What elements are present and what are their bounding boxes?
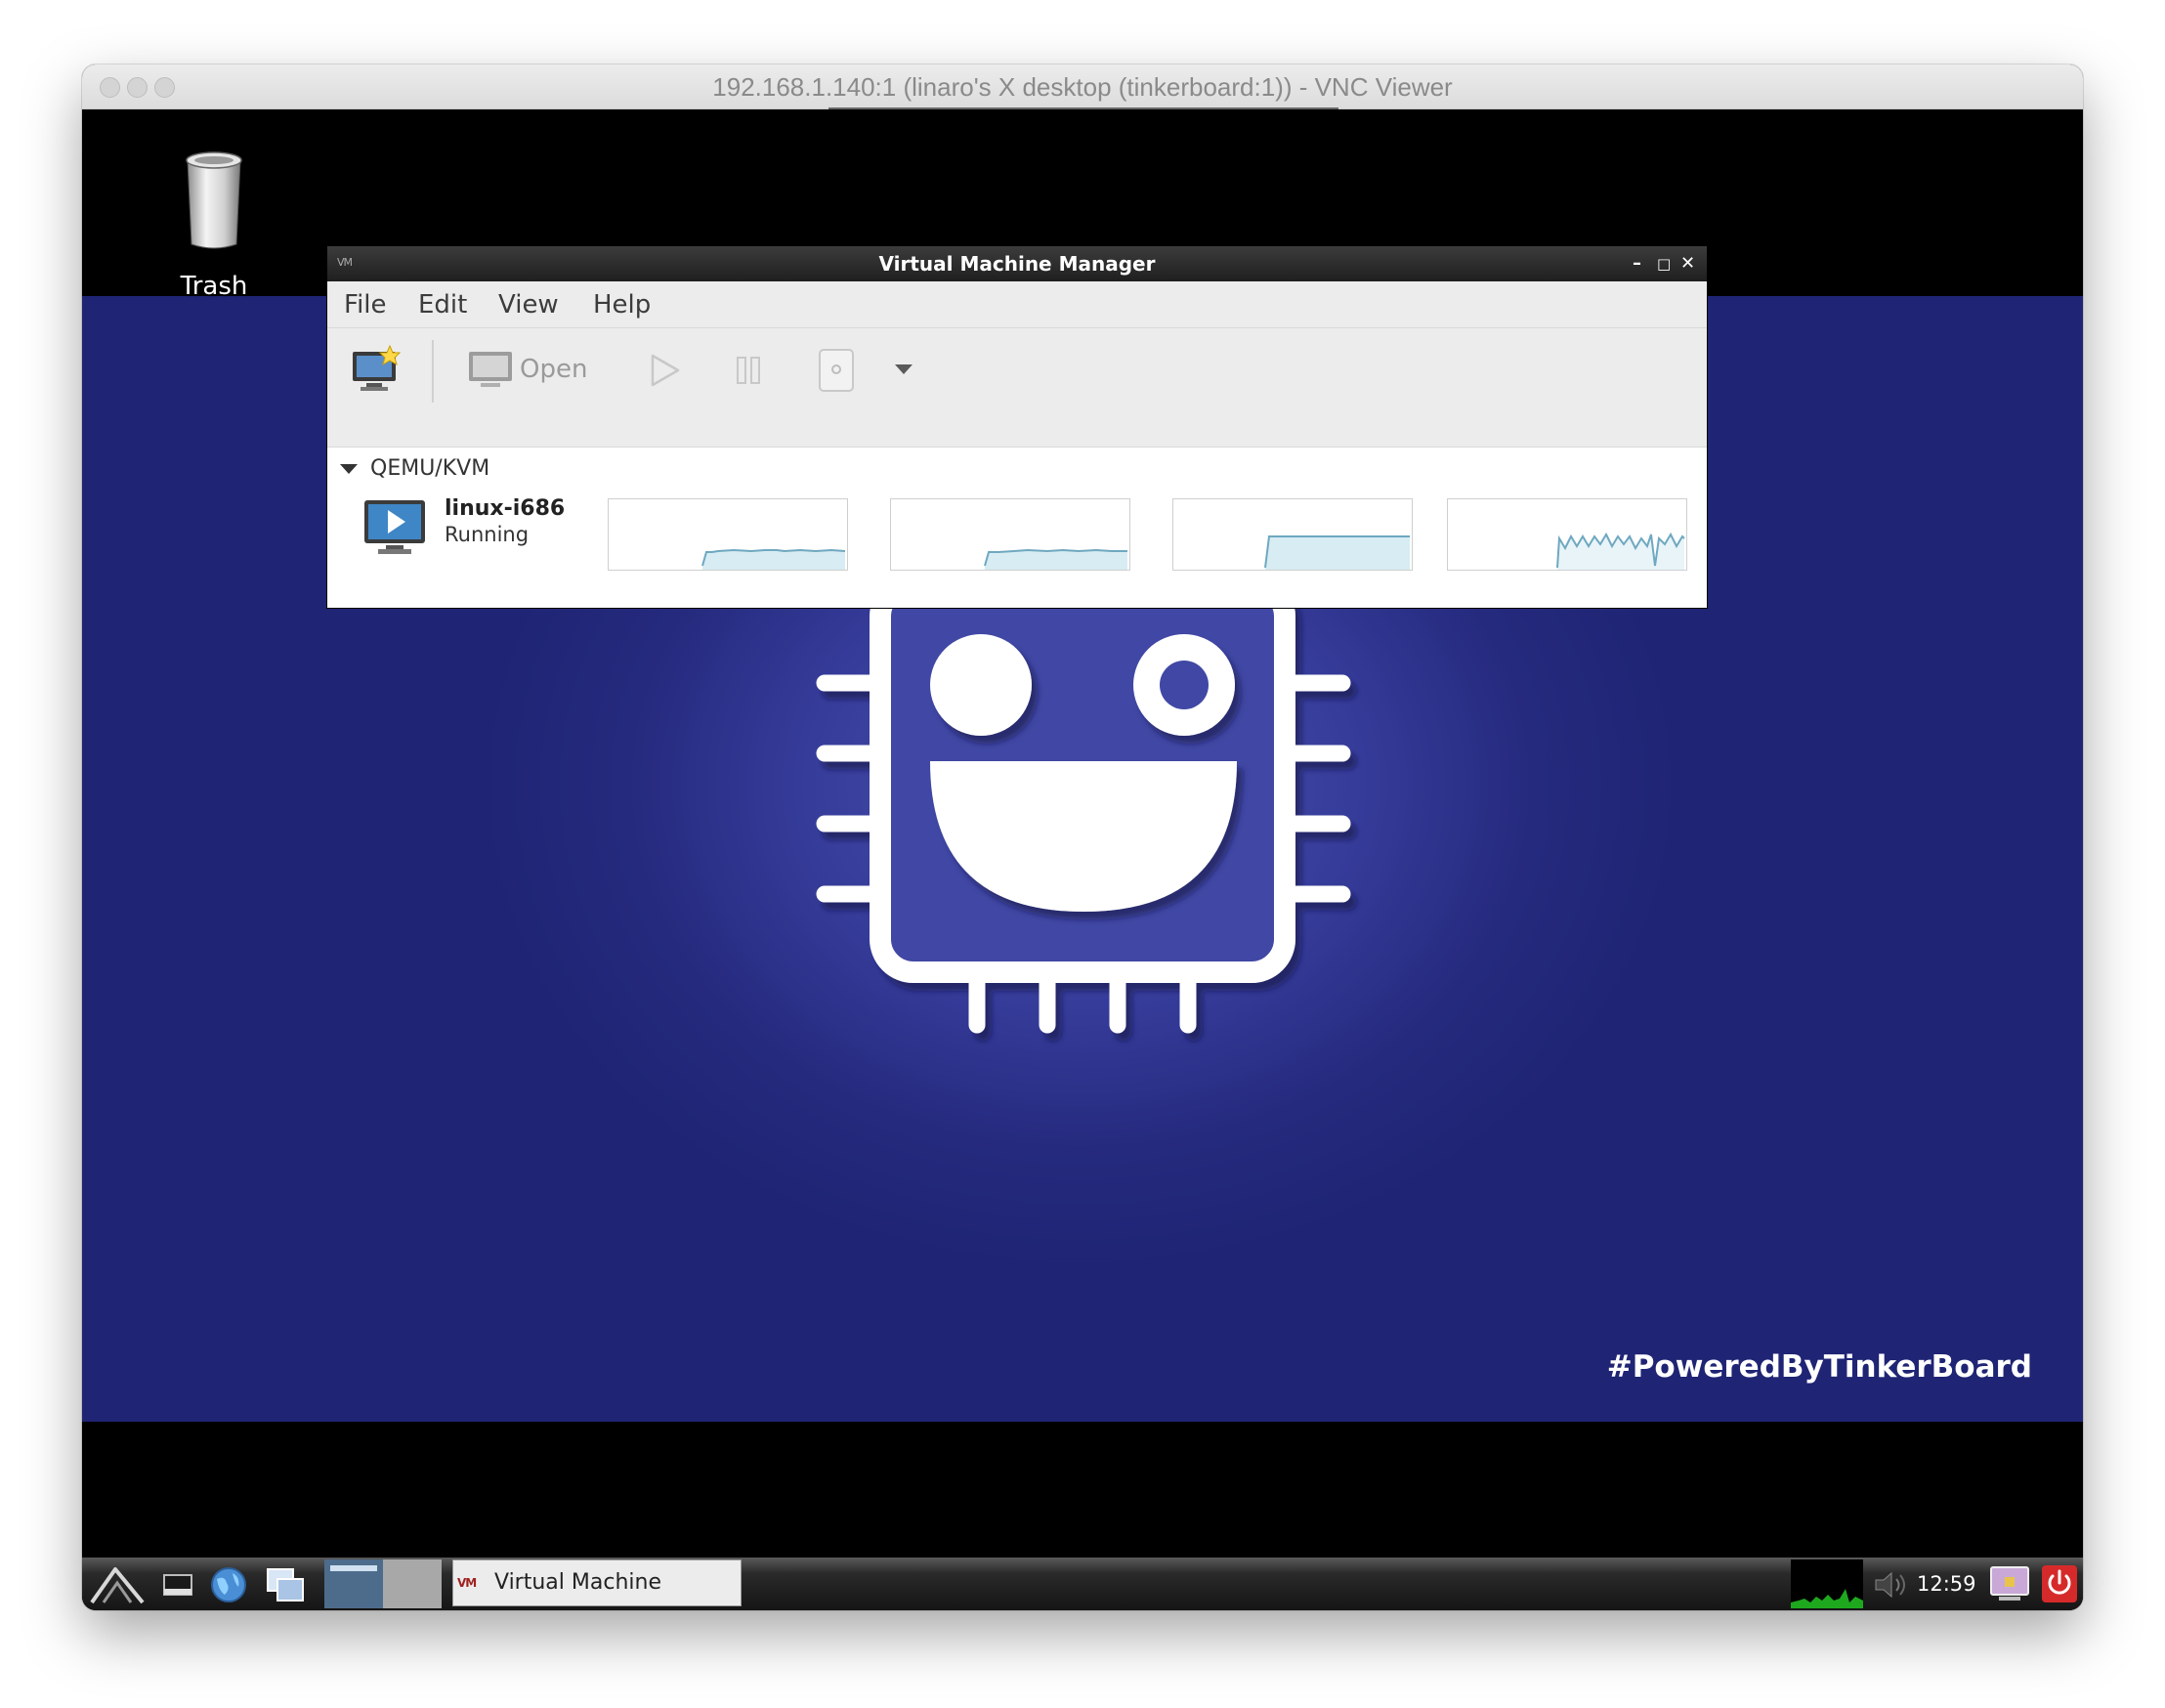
start-menu-icon[interactable]: [88, 1561, 147, 1606]
cpu-monitor-icon[interactable]: [1791, 1559, 1863, 1608]
virtual-machine-manager-window: VM Virtual Machine Manager – □ ✕ File Ed…: [327, 246, 1707, 608]
remote-desktop[interactable]: #PoweredByTinkerBoard Trash VM Virtual M…: [82, 109, 2083, 1610]
open-button[interactable]: Open: [520, 340, 587, 399]
terminal-icon[interactable]: [162, 1569, 193, 1601]
vnc-titlebar[interactable]: 192.168.1.140:1 (linaro's X desktop (tin…: [82, 64, 2083, 109]
vmm-menubar: File Edit View Help: [327, 281, 1707, 328]
trash-icon[interactable]: [150, 137, 277, 264]
play-icon[interactable]: [647, 352, 682, 389]
disk-io-graph: [1172, 498, 1413, 571]
trash-label[interactable]: Trash: [141, 272, 287, 301]
connection-label[interactable]: QEMU/KVM: [370, 448, 489, 491]
logout-power-icon[interactable]: [2040, 1563, 2079, 1604]
close-icon[interactable]: ✕: [1680, 246, 1695, 281]
network-io-graph: [1447, 498, 1687, 571]
maximize-icon[interactable]: □: [1657, 246, 1671, 281]
memory-usage-graph: [890, 498, 1130, 571]
vm-running-icon[interactable]: [362, 498, 427, 557]
vmm-window-title: Virtual Machine Manager: [878, 252, 1156, 276]
task-virtual-machine-manager[interactable]: VM Virtual Machine Manager: [452, 1559, 742, 1606]
open-console-icon[interactable]: [467, 346, 514, 393]
taskbar: VM Virtual Machine Manager 12:59: [82, 1558, 2083, 1610]
minimize-icon[interactable]: –: [1633, 246, 1641, 281]
vmm-titlebar[interactable]: VM Virtual Machine Manager – □ ✕: [327, 246, 1707, 281]
desktop-switcher-icon[interactable]: [324, 1559, 383, 1608]
volume-icon[interactable]: [1872, 1569, 1909, 1601]
vmm-toolbar: Open: [327, 328, 1707, 448]
cpu-usage-graph: [608, 498, 848, 571]
new-vm-icon[interactable]: [351, 344, 402, 395]
screen-lock-icon[interactable]: [1989, 1563, 2030, 1604]
vm-list: QEMU/KVM linux-i686 Running: [327, 448, 1707, 608]
chevron-down-icon[interactable]: [893, 362, 914, 377]
power-icon[interactable]: [816, 346, 859, 395]
taskbar-clock[interactable]: 12:59: [1917, 1558, 1976, 1610]
vm-name[interactable]: linux-i686: [445, 496, 565, 521]
vnc-window-title: 192.168.1.140:1 (linaro's X desktop (tin…: [712, 72, 1453, 102]
toolbar-separator: [432, 340, 434, 403]
task-label: Virtual Machine Manager: [494, 1570, 661, 1595]
vm-status: Running: [445, 523, 530, 546]
menu-file[interactable]: File: [344, 281, 387, 328]
vmm-task-icon: VM: [457, 1576, 477, 1590]
menu-view[interactable]: View: [498, 281, 559, 328]
desktop-pager[interactable]: [383, 1559, 442, 1608]
expander-down-icon[interactable]: [339, 462, 359, 476]
menu-edit[interactable]: Edit: [418, 281, 467, 328]
powered-by-text: #PoweredByTinkerBoard: [1606, 1349, 2032, 1385]
menu-help[interactable]: Help: [593, 281, 651, 328]
web-browser-icon[interactable]: [209, 1565, 248, 1604]
file-manager-icon[interactable]: [264, 1565, 307, 1604]
vnc-viewer-window: 192.168.1.140:1 (linaro's X desktop (tin…: [82, 64, 2083, 1610]
pause-icon[interactable]: [734, 354, 765, 387]
connection-row[interactable]: QEMU/KVM: [327, 448, 1707, 491]
